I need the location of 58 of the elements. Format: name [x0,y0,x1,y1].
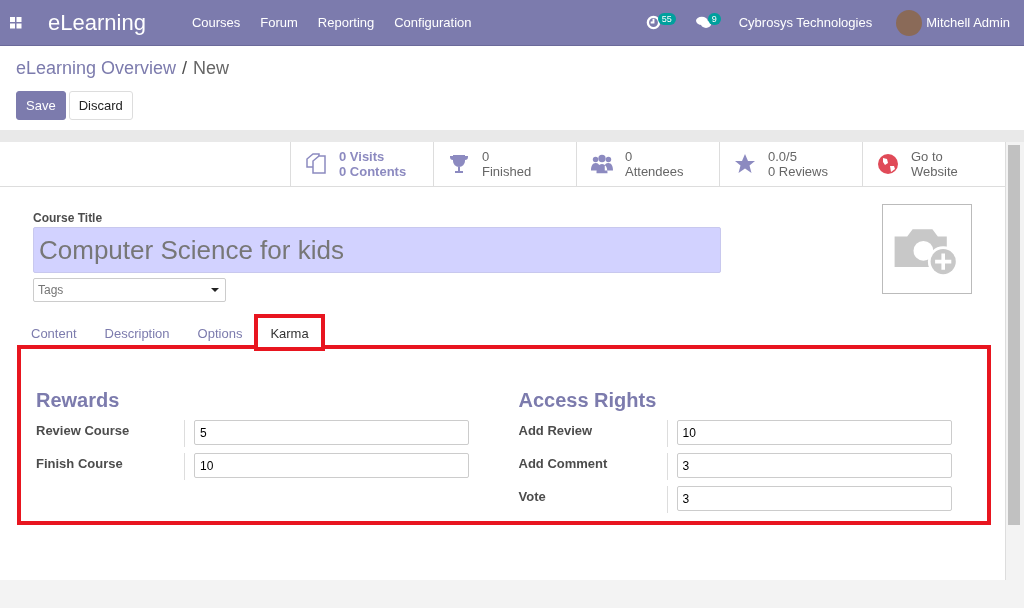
tab[interactable]: Content [17,316,91,349]
star-icon [734,153,756,175]
stat-button[interactable]: 0.0/5 0 Reviews [719,142,862,186]
tags-field[interactable]: Tags [33,278,226,302]
input-field[interactable]: 10 [676,420,952,445]
save-button[interactable]: Save [16,91,66,120]
field-label: Vote [518,486,668,513]
discard-button[interactable]: Discard [68,91,133,120]
group-heading: Rewards [36,389,121,412]
stat-button[interactable]: 0 Attendees [576,142,719,186]
globe-icon [877,153,899,175]
input-field[interactable]: 5 [194,420,469,445]
scrollbar[interactable] [1008,145,1020,525]
tab[interactable]: Karma [256,316,323,349]
stat-button[interactable]: Go to Website [862,142,1005,186]
company-switcher[interactable]: Cybrosys Technologies [738,15,873,30]
menu-item[interactable]: Forum [260,15,298,30]
menu-item[interactable]: Reporting [317,15,375,30]
documents-icon [305,153,327,175]
apps-menu-icon[interactable] [10,16,22,29]
stat-value: 0 [625,149,634,164]
stat-value: 0.0/5 [768,149,798,164]
stat-label: Attendees [625,164,684,179]
stat-button[interactable]: 0 Visits 0 Contents [290,142,433,186]
tab[interactable]: Options [183,316,257,349]
breadcrumb-current: New [193,58,230,79]
field-label: Review Course [36,420,185,447]
stat-label: Website [911,164,958,179]
field-label: Add Comment [518,453,668,480]
message-count-badge: 9 [707,12,721,25]
breadcrumb-link[interactable]: eLearning Overview [16,58,177,79]
clock-icon[interactable] [645,15,661,30]
stat-label: 0 Reviews [768,164,828,179]
tab[interactable]: Description [90,316,184,349]
field-label: Add Review [518,420,668,447]
stat-value: 0 Visits [339,149,386,164]
input-field[interactable]: 3 [676,453,952,478]
chat-icon[interactable] [695,15,711,30]
caret-icon [211,288,219,292]
course-title-label: Course Title [33,211,104,225]
user-menu[interactable]: Mitchell Admin [926,15,1010,30]
input-field[interactable]: 3 [676,486,952,511]
menu-item[interactable]: Courses [191,15,241,30]
trophy-icon [448,153,470,175]
input-field[interactable]: 10 [194,453,469,478]
stat-label: Finished [482,164,532,179]
menu-item[interactable]: Configuration [394,15,472,30]
group-heading: Access Rights [518,389,658,412]
people-icon [591,153,613,175]
activity-count-badge: 55 [657,12,676,25]
field-label: Finish Course [36,453,185,480]
breadcrumb-separator: / [182,58,188,79]
stat-value: 0 [482,149,491,164]
stat-label: 0 Contents [339,164,407,179]
stat-value: Go to [911,149,944,164]
course-title-field[interactable]: Computer Science for kids [33,227,721,273]
app-name[interactable]: eLearning [48,9,146,36]
stat-button[interactable]: 0 Finished [433,142,576,186]
